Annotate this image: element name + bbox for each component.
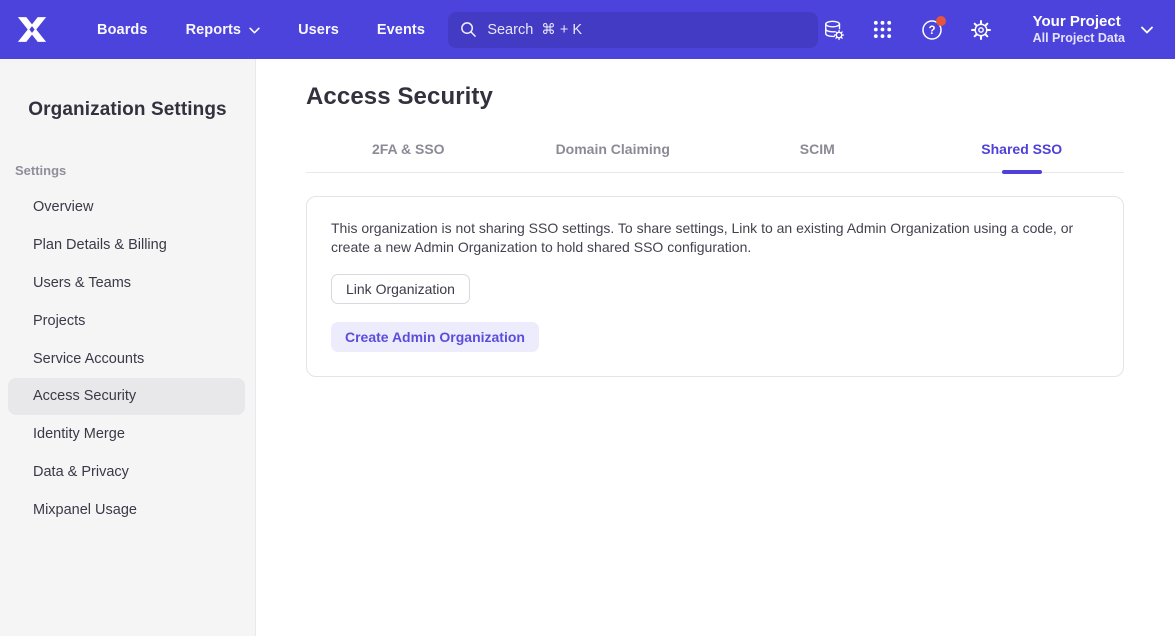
tab-shared-sso-label: Shared SSO bbox=[981, 141, 1062, 157]
page-title: Access Security bbox=[306, 83, 1124, 111]
navbar-right-controls: ? Your Project All Project Data bbox=[823, 13, 1153, 46]
mixpanel-logo[interactable] bbox=[14, 14, 50, 46]
create-admin-organization-button[interactable]: Create Admin Organization bbox=[331, 322, 539, 352]
apps-grid-icon bbox=[872, 19, 893, 40]
sidebar-item-service-accounts[interactable]: Service Accounts bbox=[8, 340, 245, 378]
shared-sso-card: This organization is not sharing SSO set… bbox=[306, 196, 1124, 377]
primary-nav: Boards Reports Users Events bbox=[78, 22, 444, 38]
svg-text:?: ? bbox=[928, 25, 935, 37]
access-security-tabs: 2FA & SSO Domain Claiming SCIM Shared SS… bbox=[306, 141, 1124, 173]
sidebar-item-data-privacy[interactable]: Data & Privacy bbox=[8, 453, 245, 491]
tab-scim[interactable]: SCIM bbox=[715, 141, 920, 172]
main-content: Access Security 2FA & SSO Domain Claimin… bbox=[256, 59, 1175, 636]
global-search[interactable] bbox=[448, 12, 818, 48]
chevron-down-icon bbox=[1141, 26, 1153, 34]
sidebar-item-mixpanel-usage[interactable]: Mixpanel Usage bbox=[8, 491, 245, 529]
chevron-down-icon bbox=[249, 27, 260, 34]
nav-item-reports[interactable]: Reports bbox=[167, 22, 280, 38]
nav-item-users[interactable]: Users bbox=[279, 22, 358, 38]
sidebar-item-access-security[interactable]: Access Security bbox=[8, 378, 245, 415]
tab-2fa-sso[interactable]: 2FA & SSO bbox=[306, 141, 511, 172]
settings-sidebar: Organization Settings Settings Overview … bbox=[0, 59, 256, 636]
search-icon bbox=[460, 21, 477, 38]
notification-dot bbox=[936, 16, 946, 26]
sidebar-title: Organization Settings bbox=[0, 99, 255, 121]
data-management-icon bbox=[823, 19, 845, 41]
shared-sso-description: This organization is not sharing SSO set… bbox=[331, 219, 1089, 257]
search-input[interactable] bbox=[487, 22, 806, 38]
project-data-scope: All Project Data bbox=[1033, 31, 1125, 46]
sidebar-item-identity-merge[interactable]: Identity Merge bbox=[8, 415, 245, 453]
sidebar-section-label: Settings bbox=[15, 163, 255, 178]
tab-shared-sso[interactable]: Shared SSO bbox=[920, 141, 1125, 172]
mixpanel-logo-icon bbox=[17, 16, 47, 43]
sidebar-item-plan-details[interactable]: Plan Details & Billing bbox=[8, 226, 245, 264]
sidebar-item-overview[interactable]: Overview bbox=[8, 188, 245, 226]
nav-item-reports-label: Reports bbox=[186, 22, 242, 38]
tab-domain-claiming[interactable]: Domain Claiming bbox=[511, 141, 716, 172]
data-management-button[interactable] bbox=[823, 18, 845, 42]
project-switcher[interactable]: Your Project All Project Data bbox=[1033, 13, 1153, 46]
apps-grid-button[interactable] bbox=[872, 18, 894, 42]
project-name: Your Project bbox=[1033, 13, 1125, 31]
settings-gear-icon bbox=[970, 19, 992, 41]
top-navbar: Boards Reports Users Events bbox=[0, 0, 1175, 59]
sidebar-item-users-teams[interactable]: Users & Teams bbox=[8, 264, 245, 302]
settings-button[interactable] bbox=[970, 18, 992, 42]
link-organization-button[interactable]: Link Organization bbox=[331, 274, 470, 304]
project-switcher-labels: Your Project All Project Data bbox=[1033, 13, 1125, 46]
nav-item-events[interactable]: Events bbox=[358, 22, 444, 38]
sidebar-item-projects[interactable]: Projects bbox=[8, 302, 245, 340]
help-button[interactable]: ? bbox=[921, 18, 943, 42]
active-tab-indicator bbox=[1002, 170, 1042, 174]
search-area bbox=[444, 12, 823, 48]
nav-item-boards[interactable]: Boards bbox=[78, 22, 167, 38]
